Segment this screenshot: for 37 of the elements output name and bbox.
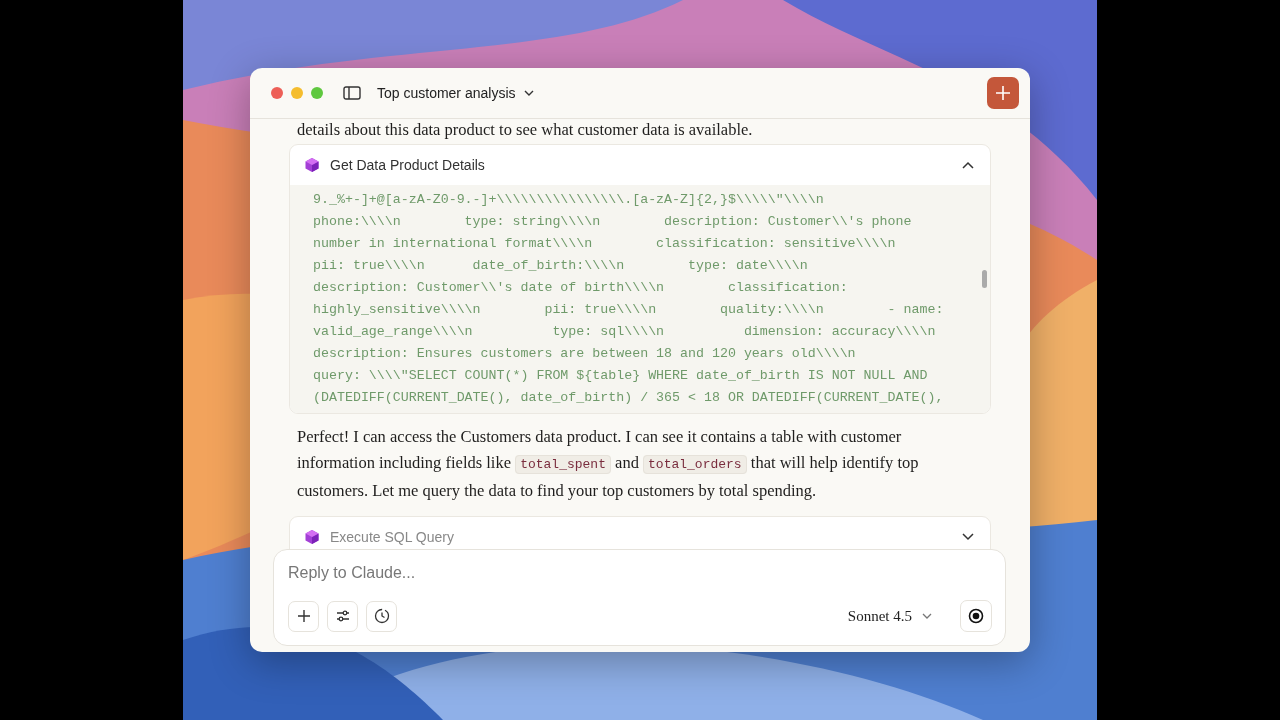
tool-title: Get Data Product Details — [330, 157, 485, 173]
tool-title: Execute SQL Query — [330, 529, 454, 545]
code-line: highly_sensitive\\\\n pii: true\\\\n quality:\\\\n - name: — [313, 301, 944, 319]
record-icon — [968, 608, 984, 624]
code-line: description: Customer\\'s date of birth\\\\n classification: — [313, 279, 848, 297]
expand-button[interactable] — [960, 531, 976, 543]
new-chat-button[interactable] — [987, 77, 1019, 109]
code-line: phone:\\\\n type: string\\\\n description: Customer\\'s phone — [313, 213, 912, 231]
code-line: 9._%+-]+@[a-zA-Z0-9.-]+\\\\\\\\\\\\\\\\.[a-zA-Z]{2,}$\\\\\"\\\\n — [313, 191, 824, 209]
message-text: Perfect! I can access the Customers data product. I can see it contains a table with customer information including fields like total_spent and total_orders that will help identify top customers. Let me query the data to find your top customers by total spending. — [297, 426, 920, 502]
collapse-button[interactable] — [960, 159, 976, 171]
code-line: pii: true\\\\n date_of_birth:\\\\n type: date\\\\n — [313, 257, 808, 275]
code-line: valid_age_range\\\\n type: sql\\\\n dimension: accuracy\\\\n — [313, 323, 936, 341]
reply-box[interactable]: Reply to Claude... Sonnet 4.5 — [273, 549, 1006, 646]
add-button[interactable] — [288, 600, 319, 632]
cube-icon — [304, 529, 320, 545]
sidebar-icon[interactable] — [343, 86, 361, 100]
clock-icon — [373, 608, 390, 624]
code-line: query: \\\\"SELECT COUNT(*) FROM ${table} WHERE date_of_birth IS NOT NULL AND — [313, 367, 928, 385]
sliders-icon — [335, 609, 350, 623]
plus-icon — [296, 609, 311, 623]
code-line: number in international format\\\\n classification: sensitive\\\\n — [313, 235, 896, 253]
cube-icon — [304, 157, 320, 173]
code-line: description: Ensures customers are between 18 and 120 years old\\\\n — [313, 345, 856, 363]
plus-icon — [995, 85, 1011, 101]
scrollbar-thumb[interactable] — [982, 270, 987, 288]
message-text: details about this data product to see what customer data is available. — [297, 119, 754, 141]
record-button[interactable] — [960, 600, 992, 632]
history-button[interactable] — [366, 600, 397, 632]
chevron-down-icon — [922, 612, 932, 620]
close-button[interactable] — [271, 87, 283, 99]
settings-button[interactable] — [327, 600, 358, 632]
code-line: (DATEDIFF(CURRENT_DATE(), date_of_birth) / 365 < 18 OR DATEDIFF(CURRENT_DATE(), — [313, 389, 944, 407]
chevron-down-icon — [523, 89, 534, 97]
reply-input[interactable]: Reply to Claude... — [288, 560, 992, 586]
chat-title-dropdown[interactable]: Top customer analysis — [377, 85, 534, 101]
model-selector[interactable]: Sonnet 4.5 — [841, 606, 938, 626]
